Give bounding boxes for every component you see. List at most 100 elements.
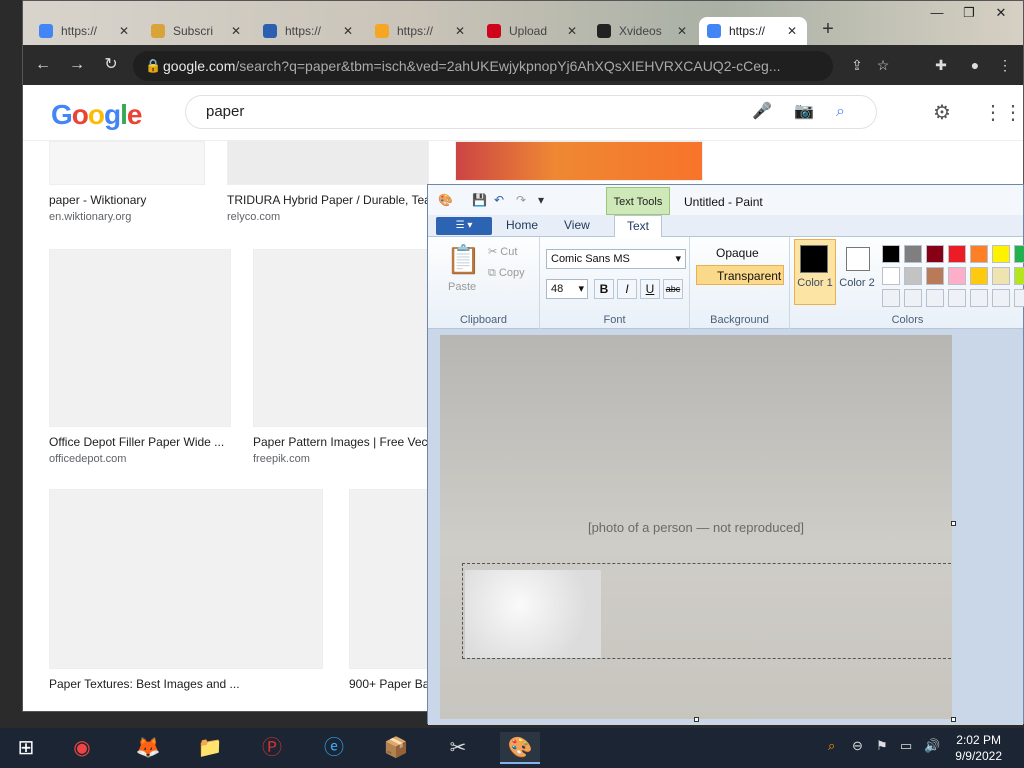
result-caption[interactable]: TRIDURA Hybrid Paper / Durable, Tea — [227, 193, 429, 207]
menu-kebab-icon[interactable]: ⋮ — [993, 53, 1017, 77]
profile-avatar-icon[interactable]: ● — [963, 53, 987, 77]
microphone-icon[interactable]: 🎤 — [752, 96, 772, 128]
image-result[interactable]: Paper Textures: Best Images and ... — [49, 489, 323, 691]
tab-home[interactable]: Home — [506, 218, 538, 232]
opaque-option[interactable]: Opaque — [696, 243, 784, 263]
tray-minus-icon[interactable]: ⊖ — [852, 738, 863, 754]
result-caption[interactable]: 900+ Paper Ba — [349, 677, 429, 691]
bold-button[interactable]: B — [594, 279, 614, 299]
extensions-icon[interactable]: ✚ — [929, 53, 953, 77]
tab-text[interactable]: Text — [614, 215, 663, 238]
result-caption[interactable]: Paper Textures: Best Images and ... — [49, 677, 323, 691]
browser-tab[interactable]: https:// ✕ — [367, 17, 475, 45]
close-tab-icon[interactable]: ✕ — [453, 24, 467, 38]
cut-button[interactable]: ✂ Cut — [488, 245, 517, 258]
palette-swatch-empty[interactable] — [904, 289, 922, 307]
palette-swatch[interactable] — [904, 267, 922, 285]
start-windows-icon[interactable]: ⊞ — [6, 732, 46, 764]
palette-swatch[interactable] — [1014, 245, 1024, 263]
palette-swatch-empty[interactable] — [926, 289, 944, 307]
reload-icon[interactable]: ↻ — [97, 51, 125, 79]
copy-button[interactable]: ⧉ Copy — [488, 267, 525, 280]
image-result[interactable]: Office Depot Filler Paper Wide ... offic… — [49, 249, 231, 465]
result-thumbnail[interactable] — [349, 489, 429, 669]
browser-tab[interactable]: https:// ✕ — [31, 17, 139, 45]
browser-tab[interactable]: https:// ✕ — [255, 17, 363, 45]
close-tab-icon[interactable]: ✕ — [565, 24, 579, 38]
font-size-select[interactable]: 48 ▾ — [546, 279, 588, 299]
palette-swatch[interactable] — [882, 267, 900, 285]
result-caption[interactable]: Paper Pattern Images | Free Vec — [253, 435, 429, 449]
palette-swatch[interactable] — [992, 245, 1010, 263]
canvas-image[interactable]: [photo of a person — not reproduced] — [440, 335, 952, 719]
underline-button[interactable]: U — [640, 279, 660, 299]
chrome-icon[interactable]: ◉ — [62, 732, 102, 764]
app-icon[interactable]: 📦 — [376, 732, 416, 764]
share-icon[interactable]: ⇪ — [845, 53, 869, 77]
image-result[interactable] — [455, 141, 703, 181]
close-tab-icon[interactable]: ✕ — [229, 24, 243, 38]
palette-swatch[interactable] — [970, 267, 988, 285]
search-icon[interactable]: ⌕ — [836, 96, 845, 128]
bookmark-star-icon[interactable]: ☆ — [871, 53, 895, 77]
snipping-tool-icon[interactable]: ✂ — [438, 732, 478, 764]
app-p-icon[interactable]: Ⓟ — [252, 732, 292, 764]
firefox-icon[interactable]: 🦊 — [128, 732, 168, 764]
resize-handle[interactable] — [951, 521, 956, 526]
file-explorer-icon[interactable]: 📁 — [190, 732, 230, 764]
italic-button[interactable]: I — [617, 279, 637, 299]
customize-qat-icon[interactable]: ▾ — [538, 193, 544, 207]
palette-swatch-empty[interactable] — [970, 289, 988, 307]
strikethrough-button[interactable]: abc — [663, 279, 683, 299]
restore-icon[interactable]: ❐ — [955, 5, 983, 23]
resize-handle[interactable] — [951, 717, 956, 722]
save-icon[interactable]: 💾 — [472, 193, 487, 207]
close-tab-icon[interactable]: ✕ — [341, 24, 355, 38]
palette-swatch[interactable] — [926, 245, 944, 263]
color2-swatch[interactable] — [846, 247, 870, 271]
search-input[interactable]: paper 🎤 📷 ⌕ — [185, 95, 877, 129]
palette-swatch[interactable] — [926, 267, 944, 285]
result-thumbnail[interactable] — [227, 141, 429, 185]
result-thumbnail[interactable] — [49, 489, 323, 669]
result-caption[interactable]: paper - Wiktionary — [49, 193, 205, 207]
palette-swatch[interactable] — [970, 245, 988, 263]
image-result[interactable]: paper - Wiktionary en.wiktionary.org — [49, 141, 205, 223]
close-tab-icon[interactable]: ✕ — [117, 24, 131, 38]
palette-swatch[interactable] — [904, 245, 922, 263]
volume-icon[interactable]: 🔊 — [924, 738, 940, 754]
close-tab-icon[interactable]: ✕ — [785, 24, 799, 38]
close-window-icon[interactable]: ✕ — [987, 5, 1015, 23]
system-clock[interactable]: 2:02 PM 9/9/2022 — [955, 732, 1002, 764]
transparent-option[interactable]: Transparent — [696, 265, 784, 285]
paste-icon[interactable]: 📋 — [446, 243, 481, 276]
palette-swatch-empty[interactable] — [992, 289, 1010, 307]
image-result[interactable]: Paper Pattern Images | Free Vec freepik.… — [253, 249, 429, 465]
paste-button[interactable]: Paste — [448, 281, 476, 293]
result-thumbnail[interactable] — [49, 141, 205, 185]
palette-swatch[interactable] — [992, 267, 1010, 285]
settings-gear-icon[interactable]: ⚙ — [933, 100, 951, 125]
file-menu-button[interactable]: ☰ ▾ — [436, 217, 492, 235]
palette-swatch-empty[interactable] — [1014, 289, 1024, 307]
palette-swatch[interactable] — [1014, 267, 1024, 285]
lens-camera-icon[interactable]: 📷 — [794, 96, 814, 128]
apps-grid-icon[interactable]: ⋮⋮ — [983, 100, 1023, 125]
forward-icon[interactable]: → — [63, 51, 91, 79]
resize-handle[interactable] — [694, 717, 699, 722]
image-result[interactable]: TRIDURA Hybrid Paper / Durable, Tea rely… — [227, 141, 429, 223]
browser-tab[interactable]: Subscri ✕ — [143, 17, 251, 45]
image-result[interactable]: 900+ Paper Ba — [349, 489, 429, 691]
palette-swatch[interactable] — [948, 245, 966, 263]
google-logo[interactable]: Google — [51, 99, 142, 131]
search-icon[interactable]: ⌕ — [828, 738, 835, 754]
palette-swatch[interactable] — [882, 245, 900, 263]
palette-swatch[interactable] — [948, 267, 966, 285]
browser-tab[interactable]: Xvideos ✕ — [589, 17, 697, 45]
address-bar[interactable]: 🔒 google.com/search?q=paper&tbm=isch&ved… — [133, 51, 833, 81]
font-family-select[interactable]: Comic Sans MS ▾ — [546, 249, 686, 269]
flag-icon[interactable]: ⚑ — [876, 738, 888, 754]
browser-tab-active[interactable]: https:// ✕ — [699, 17, 807, 45]
browser-tab[interactable]: Upload ✕ — [479, 17, 587, 45]
result-caption[interactable]: Office Depot Filler Paper Wide ... — [49, 435, 231, 449]
